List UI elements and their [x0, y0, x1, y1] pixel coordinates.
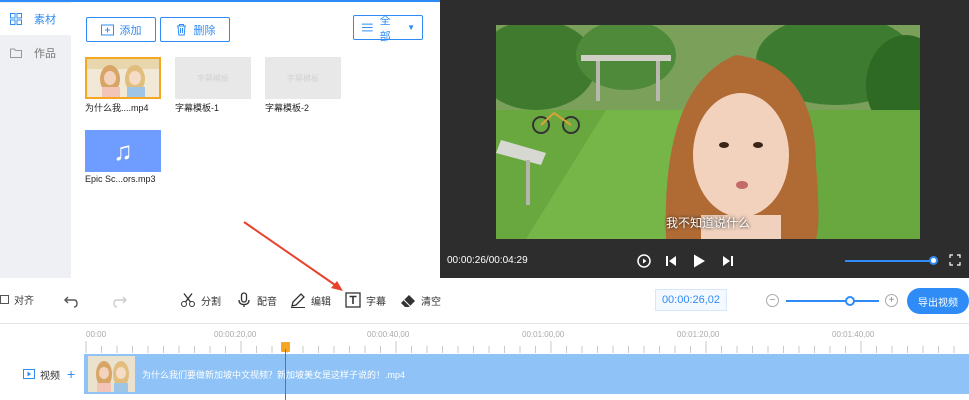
subtitle-button[interactable]: 字幕: [345, 292, 386, 308]
sidebar-item-label: 作品: [34, 48, 56, 60]
clip-name: 为什么我们要做新加坡中文视频？新加坡美女是这样子说的！.mp4: [142, 370, 406, 380]
play-icon[interactable]: [691, 253, 707, 269]
subtitle-thumbnail: 字幕模板: [265, 57, 341, 99]
video-clip[interactable]: 为什么我们要做新加坡中文视频？新加坡美女是这样子说的！.mp4: [84, 354, 969, 394]
sidebar: 素材 作品: [0, 2, 71, 278]
volume-slider[interactable]: [845, 260, 935, 262]
split-button[interactable]: 分割: [180, 292, 221, 308]
trash-icon: [176, 24, 186, 36]
edit-label: 编辑: [311, 296, 331, 308]
filter-label: 全部: [379, 14, 391, 43]
export-video-button[interactable]: 导出视频: [907, 288, 969, 314]
replay-icon[interactable]: [636, 253, 652, 269]
split-label: 分割: [201, 296, 221, 308]
add-folder-icon: [100, 24, 114, 36]
zoom-in-button[interactable]: +: [885, 294, 898, 307]
sidebar-item-materials[interactable]: 素材: [0, 3, 71, 35]
tick-label: 00:01:40,00: [832, 330, 875, 339]
previous-frame-icon[interactable]: [663, 253, 679, 269]
add-button[interactable]: 添加: [86, 17, 156, 42]
video-preview-panel: 我不知道说什么 00:00:26/00:04:29: [440, 0, 969, 278]
align-label: 对齐: [14, 296, 34, 307]
tick-label: 00:01:00,00: [522, 330, 565, 339]
add-track-icon[interactable]: +: [67, 366, 75, 382]
delete-button[interactable]: 删除: [160, 17, 230, 42]
media-item-video[interactable]: 为什么我....mp4: [85, 57, 161, 114]
edit-toolbar: 对齐 分割 配音 编辑 字幕 清空 00:00:26,02 − + 导出视频: [0, 278, 969, 324]
sidebar-item-label: 素材: [34, 14, 56, 26]
preview-time: 00:00:26/00:04:29: [447, 255, 528, 266]
dub-button[interactable]: 配音: [236, 292, 277, 308]
video-subtitle: 我不知道说什么: [665, 216, 750, 230]
zoom-slider-knob[interactable]: [845, 296, 855, 306]
zoom-out-button[interactable]: −: [766, 294, 779, 307]
video-editor-app: 素材 作品 添加 删除 全部 ▼ 为什么我....mp4 字幕模板 字幕模板-1…: [0, 0, 969, 400]
clip-thumbnail: [88, 356, 135, 392]
undo-icon[interactable]: [63, 293, 79, 309]
media-item-name: 为什么我....mp4: [85, 103, 149, 113]
music-note-icon: ♫: [85, 130, 161, 172]
fullscreen-icon[interactable]: [949, 254, 961, 266]
media-item-subtitle-1[interactable]: 字幕模板 字幕模板-1: [175, 57, 251, 114]
video-track-icon: [23, 369, 35, 379]
chevron-down-icon: ▼: [407, 23, 415, 32]
media-item-name: 字幕模板-2: [265, 103, 310, 113]
video-track-header: 视频 +: [0, 354, 84, 394]
timeline-ruler[interactable]: 00:00 00:00:20,00 00:00:40,00 00:01:00,0…: [0, 325, 969, 353]
media-item-name: Epic Sc...ors.mp3: [85, 174, 156, 184]
sidebar-item-works[interactable]: 作品: [0, 37, 71, 69]
media-item-name: 字幕模板-1: [175, 103, 220, 113]
zoom-slider[interactable]: [786, 300, 879, 302]
pencil-icon: [291, 293, 305, 308]
filter-dropdown[interactable]: 全部 ▼: [353, 15, 423, 43]
tick-label: 00:00: [86, 330, 107, 339]
eraser-icon: [401, 295, 415, 307]
media-item-audio[interactable]: ♫ Epic Sc...ors.mp3: [85, 130, 161, 184]
folder-icon: [10, 48, 22, 58]
subtitle-label: 字幕: [366, 296, 386, 308]
clear-button[interactable]: 清空: [400, 292, 441, 308]
text-icon: [345, 292, 361, 308]
grid-icon: [10, 13, 22, 25]
current-time-field[interactable]: 00:00:26,02: [655, 289, 727, 311]
checkbox[interactable]: [0, 295, 9, 304]
video-frame[interactable]: 我不知道说什么: [496, 25, 920, 239]
media-library: 添加 删除 全部 ▼ 为什么我....mp4 字幕模板 字幕模板-1 字幕模板 …: [71, 2, 440, 278]
edit-button[interactable]: 编辑: [290, 292, 331, 308]
microphone-icon: [238, 292, 250, 307]
redo-icon[interactable]: [112, 293, 128, 309]
clear-label: 清空: [421, 296, 441, 308]
list-icon: [361, 23, 373, 32]
scissors-icon: [181, 293, 195, 307]
add-button-label: 添加: [119, 24, 142, 37]
dub-label: 配音: [257, 296, 277, 308]
tick-label: 00:00:40,00: [367, 330, 410, 339]
video-track-label: 视频: [40, 370, 60, 382]
next-frame-icon[interactable]: [720, 253, 736, 269]
delete-button-label: 删除: [193, 24, 216, 37]
video-thumbnail: [85, 57, 161, 99]
volume-slider-knob[interactable]: [929, 256, 938, 265]
playhead-line: [285, 349, 286, 400]
media-item-subtitle-2[interactable]: 字幕模板 字幕模板-2: [265, 57, 341, 114]
subtitle-thumbnail: 字幕模板: [175, 57, 251, 99]
tick-label: 00:01:20,00: [677, 330, 720, 339]
align-toggle[interactable]: 对齐: [0, 292, 34, 307]
tick-label: 00:00:20,00: [214, 330, 257, 339]
